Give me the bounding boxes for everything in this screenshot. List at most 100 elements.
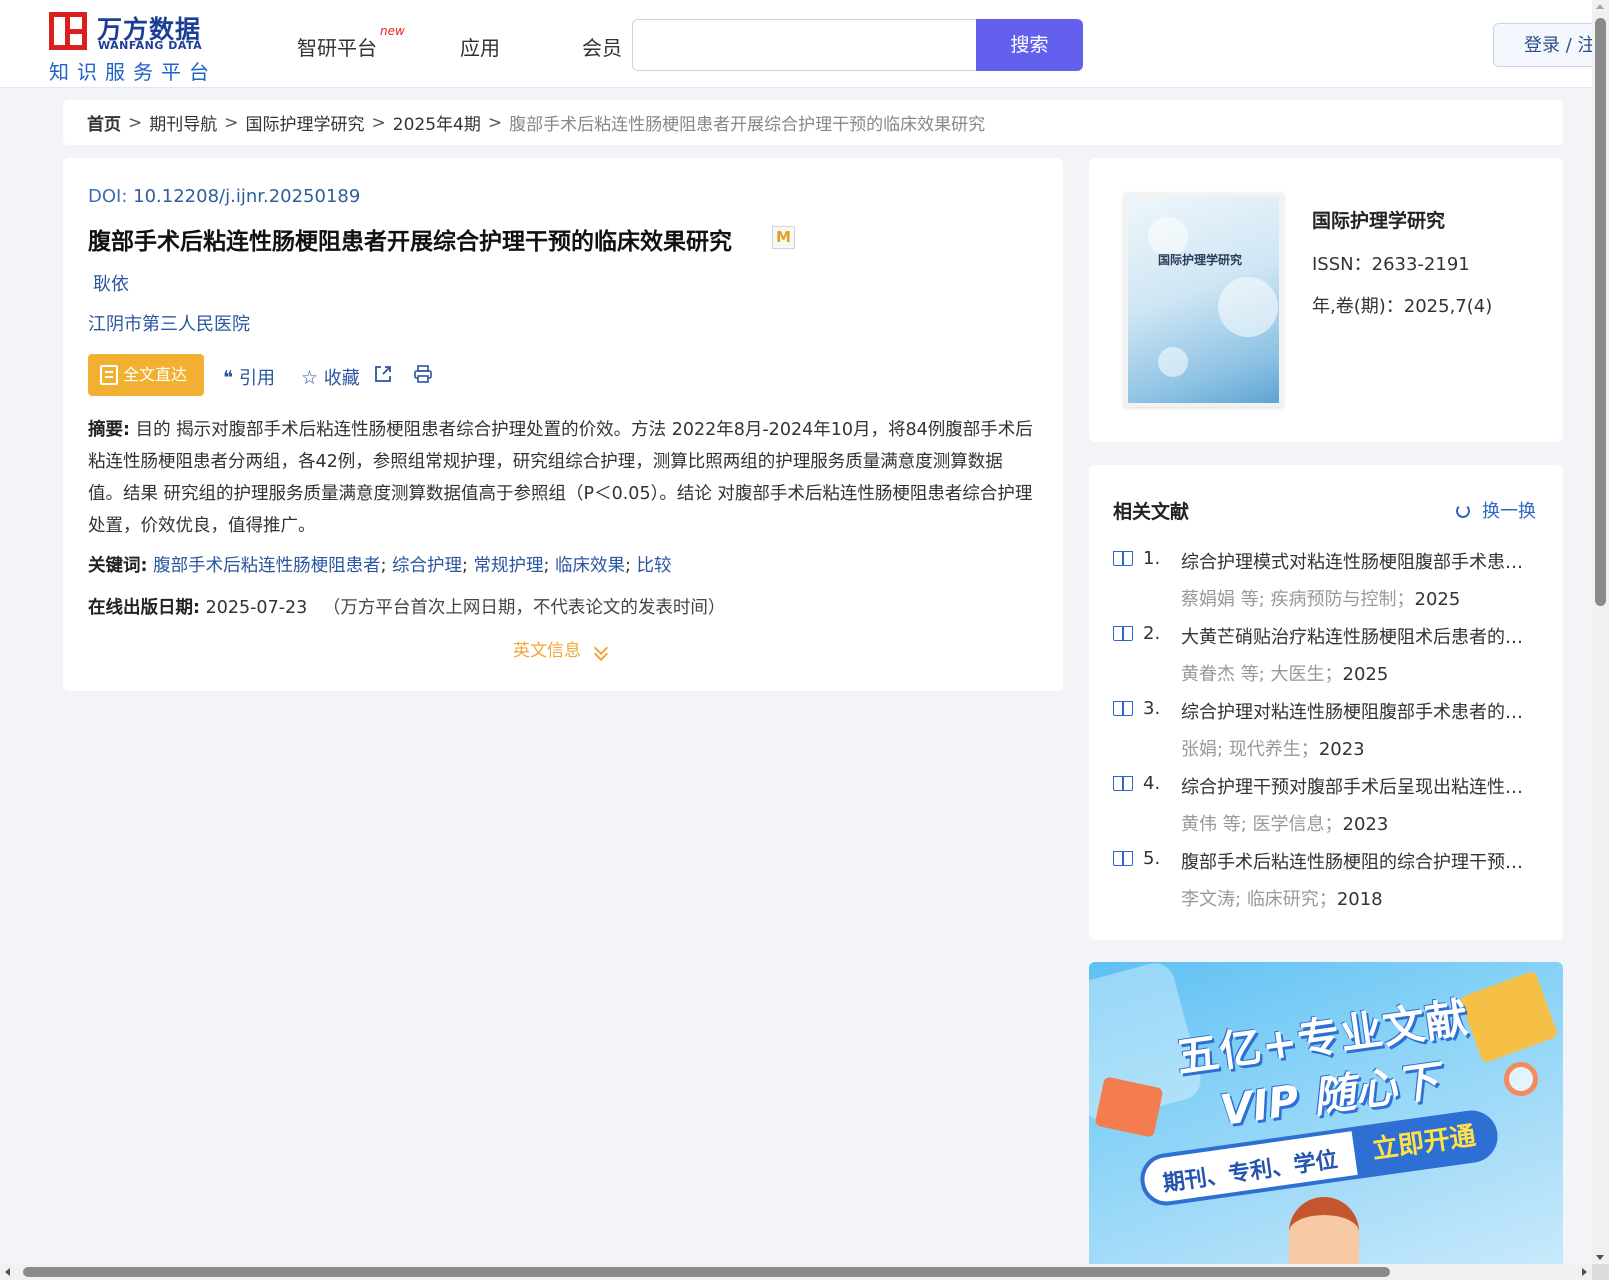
doi-link[interactable]: 10.12208/j.ijnr.20250189 (133, 186, 360, 207)
keywords: 关键词: 腹部手术后粘连性肠梗阻患者; 综合护理; 常规护理; 临床效果; 比较 (88, 556, 672, 576)
promo-open-button[interactable]: 立即开通 (1351, 1107, 1497, 1179)
related-number: 3. (1143, 698, 1161, 719)
fulltext-button[interactable]: 全文直达 (88, 354, 204, 396)
related-year: 2023 (1318, 739, 1365, 760)
breadcrumb-current: 腹部手术后粘连性肠梗阻患者开展综合护理干预的临床效果研究 (509, 115, 986, 135)
breadcrumb-home[interactable]: 首页 (87, 110, 121, 135)
horizontal-scroll-thumb[interactable] (23, 1267, 1390, 1277)
journal-card: 国际护理学研究 国际护理学研究 ISSN：2633-2191 年,卷(期)：20… (1089, 158, 1563, 442)
author-link[interactable]: 耿依 (93, 270, 129, 296)
book-illustration (1459, 970, 1559, 1064)
related-meta: 张娟; 现代养生；2023 (1181, 735, 1365, 761)
cover-decoration (1158, 347, 1188, 377)
share-button[interactable] (373, 364, 393, 386)
breadcrumb-journal[interactable]: 国际护理学研究 (246, 110, 365, 135)
related-authors[interactable]: 蔡娟娟 等; (1181, 589, 1265, 610)
wanfang-logo-icon (49, 12, 87, 50)
scrollbar-corner (1592, 1264, 1609, 1280)
star-icon: ☆ (301, 367, 319, 389)
related-authors[interactable]: 黄眷杰 等; (1181, 664, 1265, 685)
refresh-label: 换一换 (1482, 501, 1536, 522)
nav-zhiyan[interactable]: 智研平台 (297, 32, 377, 61)
related-meta: 黄伟 等; 医学信息；2023 (1181, 810, 1388, 836)
related-title-link[interactable]: 综合护理干预对腹部手术后呈现出粘连性肠... (1181, 773, 1531, 799)
related-source[interactable]: 疾病预防与控制； (1271, 589, 1415, 610)
wanfang-logo[interactable]: 万方数据 WANFANG DATA 知识服务平台 (49, 10, 219, 84)
breadcrumb-journal-nav[interactable]: 期刊导航 (149, 110, 217, 135)
horizontal-scrollbar[interactable] (0, 1264, 1592, 1280)
journal-name[interactable]: 国际护理学研究 (1312, 206, 1445, 233)
collect-button[interactable]: ☆ 收藏 (301, 364, 360, 390)
breadcrumb-separator: > (371, 112, 386, 133)
related-title-link[interactable]: 腹部手术后粘连性肠梗阻的综合护理干预效... (1181, 848, 1531, 874)
doi-label: DOI: (88, 186, 128, 207)
promo-pill-text: 期刊、专利、学位 (1161, 1147, 1340, 1197)
book-icon (1113, 626, 1133, 642)
refresh-button[interactable]: 换一换 (1456, 497, 1536, 523)
english-info-toggle[interactable]: 英文信息 (513, 636, 609, 662)
scroll-right-arrow-icon[interactable] (1582, 1268, 1587, 1276)
cite-label: 引用 (238, 368, 275, 389)
article-card: DOI: 10.12208/j.ijnr.20250189 腹部手术后粘连性肠梗… (63, 158, 1063, 691)
refresh-icon (1456, 504, 1470, 518)
search-button[interactable]: 搜索 (976, 19, 1083, 71)
related-source[interactable]: 临床研究； (1247, 889, 1337, 910)
related-year: 2025 (1414, 589, 1461, 610)
organization-link[interactable]: 江阴市第三人民医院 (88, 310, 250, 336)
related-number: 4. (1143, 773, 1161, 794)
fulltext-label: 全文直达 (123, 365, 188, 384)
related-title-link[interactable]: 综合护理对粘连性肠梗阻腹部手术患者的干... (1181, 698, 1531, 724)
related-heading: 相关文献 (1113, 501, 1190, 523)
nav-apps[interactable]: 应用 (460, 32, 500, 61)
related-authors[interactable]: 李文涛; (1181, 889, 1241, 910)
print-button[interactable] (413, 364, 433, 386)
keyword-link[interactable]: 常规护理 (474, 556, 544, 576)
book-icon (1113, 551, 1133, 567)
related-literature: 相关文献 换一换 1. 综合护理模式对粘连性肠梗阻腹部手术患者... 蔡娟娟 等… (1089, 465, 1563, 940)
related-source[interactable]: 大医生； (1271, 664, 1343, 685)
breadcrumb: 首页 > 期刊导航 > 国际护理学研究 > 2025年4期 > 腹部手术后粘连性… (63, 100, 1563, 145)
scroll-down-arrow-icon[interactable] (1596, 1255, 1604, 1260)
search-input[interactable] (633, 20, 977, 70)
keyword-link[interactable]: 腹部手术后粘连性肠梗阻患者 (153, 556, 381, 576)
logo-en-text: WANFANG DATA (98, 39, 203, 52)
breadcrumb-issue[interactable]: 2025年4期 (393, 110, 481, 135)
breadcrumb-separator: > (128, 112, 143, 133)
related-meta: 蔡娟娟 等; 疾病预防与控制；2025 (1181, 585, 1460, 611)
related-authors[interactable]: 张娟; (1181, 739, 1223, 760)
cover-title: 国际护理学研究 (1158, 253, 1243, 267)
related-year: 2025 (1342, 664, 1389, 685)
new-badge: new (380, 24, 405, 38)
related-authors[interactable]: 黄伟 等; (1181, 814, 1247, 835)
keyword-link[interactable]: 综合护理 (392, 556, 462, 576)
cite-button[interactable]: ❝ 引用 (223, 364, 275, 390)
magnifier-illustration (1504, 1062, 1538, 1096)
vip-promo-banner[interactable]: 五亿+专业文献 VIP 随心下 期刊、专利、学位 立即开通 (1089, 962, 1563, 1264)
top-header: 万方数据 WANFANG DATA 知识服务平台 智研平台 new 应用 会员 … (0, 0, 1609, 88)
scroll-left-arrow-icon[interactable] (5, 1268, 10, 1276)
abstract-label: 摘要: (88, 420, 130, 440)
quote-icon: ❝ (223, 367, 234, 389)
related-title-link[interactable]: 综合护理模式对粘连性肠梗阻腹部手术患者... (1181, 548, 1531, 574)
m-badge-icon[interactable]: M (772, 226, 795, 249)
related-source[interactable]: 医学信息； (1253, 814, 1343, 835)
journal-issn: ISSN：2633-2191 (1312, 254, 1470, 275)
related-meta: 李文涛; 临床研究；2018 (1181, 885, 1383, 911)
breadcrumb-separator: > (224, 112, 239, 133)
pubdate-label: 在线出版日期: (88, 598, 200, 618)
book-icon (1113, 851, 1133, 867)
vertical-scroll-thumb[interactable] (1595, 18, 1606, 606)
related-number: 5. (1143, 848, 1161, 869)
related-source[interactable]: 现代养生； (1229, 739, 1319, 760)
keyword-link[interactable]: 临床效果 (555, 556, 625, 576)
nav-membership[interactable]: 会员 (582, 32, 622, 61)
related-title-link[interactable]: 大黄芒硝贴治疗粘连性肠梗阻术后患者的效... (1181, 623, 1531, 649)
logo-subtitle: 知识服务平台 (49, 60, 217, 84)
related-number: 2. (1143, 623, 1161, 644)
related-number: 1. (1143, 548, 1161, 569)
scroll-up-arrow-icon[interactable] (1596, 4, 1604, 9)
vertical-scrollbar[interactable] (1592, 0, 1609, 1264)
related-year: 2023 (1342, 814, 1389, 835)
keyword-link[interactable]: 比较 (636, 556, 671, 576)
journal-cover[interactable]: 国际护理学研究 (1124, 193, 1283, 407)
